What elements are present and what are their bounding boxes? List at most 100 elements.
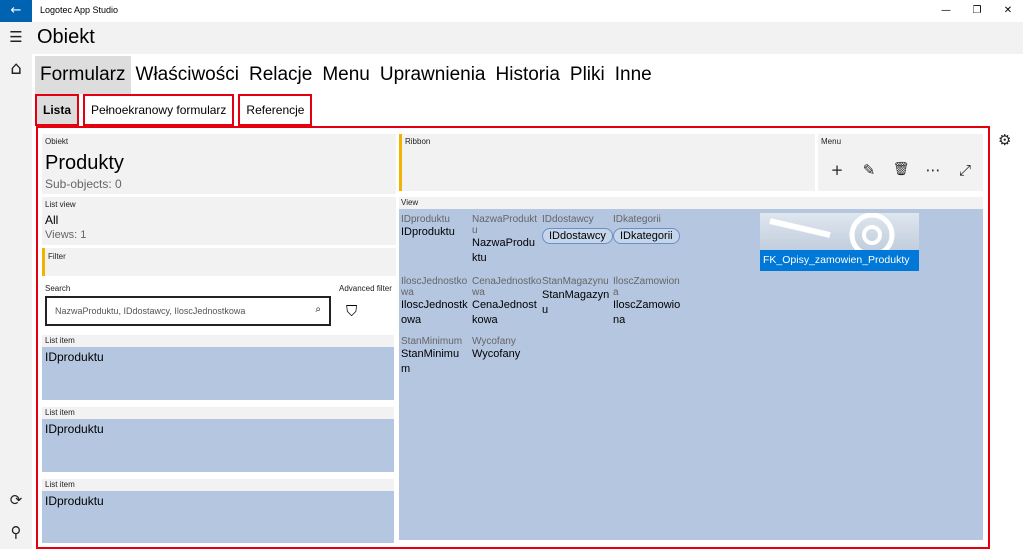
field-value: na	[613, 314, 626, 326]
list-item-label: List item	[45, 480, 75, 489]
main-tabs: Formularz Właściwości Relacje Menu Upraw…	[35, 56, 657, 94]
search-label: Search	[45, 284, 71, 293]
field-label: wa	[401, 287, 414, 298]
list-item-value: IDproduktu	[45, 350, 104, 364]
field-value: NazwaProdu	[472, 237, 535, 249]
app-title: Logotec App Studio	[40, 5, 119, 15]
field-cenajednostkowa[interactable]: CenaJednostko wa CenaJednost kowa	[472, 276, 542, 328]
list-item-header: List item	[42, 479, 394, 491]
list-view-value: All	[45, 213, 59, 227]
sync-icon[interactable]: ⟳	[0, 488, 32, 512]
tab-pliki[interactable]: Pliki	[565, 56, 610, 94]
list-item[interactable]: IDproduktu	[42, 419, 394, 472]
tab-inne[interactable]: Inne	[610, 56, 657, 94]
edit-icon[interactable]: ✎	[858, 159, 880, 181]
search-box[interactable]: ⌕	[45, 296, 331, 326]
field-label: IDproduktu	[401, 214, 450, 225]
obiekt-name: Produkty	[45, 152, 124, 174]
field-value-pill[interactable]: IDkategorii	[613, 228, 680, 244]
field-value: u	[542, 304, 549, 316]
field-label: StanMagazynu	[542, 276, 609, 287]
field-value: kowa	[472, 314, 498, 326]
hamburger-menu-icon[interactable]: ☰	[0, 25, 32, 49]
obiekt-panel: Obiekt Produkty Sub-objects: 0	[42, 134, 396, 194]
field-label: IloscJednostko	[401, 276, 468, 287]
field-label: StanMinimum	[401, 336, 463, 347]
fk-relation-tile[interactable]: FK_Opisy_zamowien_Produkty	[760, 212, 919, 271]
obiekt-label: Obiekt	[45, 137, 69, 146]
page-title: Obiekt	[37, 26, 95, 48]
delete-icon[interactable]: 🗑	[890, 159, 912, 181]
tab-relacje[interactable]: Relacje	[244, 56, 317, 94]
list-item-value: IDproduktu	[45, 494, 104, 508]
ribbon-panel[interactable]: Ribbon	[399, 134, 815, 191]
tab-wlasciwosci[interactable]: Właściwości	[131, 56, 244, 94]
list-item[interactable]: IDproduktu	[42, 347, 394, 400]
subtab-referencje[interactable]: Referencje	[238, 94, 313, 126]
field-label: IloscZamowion	[613, 276, 680, 287]
field-label: Wycofany	[472, 336, 516, 347]
back-button[interactable]: ←	[0, 0, 32, 22]
tab-menu[interactable]: Menu	[317, 56, 375, 94]
home-icon[interactable]: ⌂	[0, 57, 32, 81]
field-label: a	[613, 287, 619, 298]
subtab-pelnoekranowy-formularz[interactable]: Pełnoekranowy formularz	[83, 94, 235, 126]
field-wycofany[interactable]: Wycofany Wycofany	[472, 336, 520, 362]
field-iddostawcy[interactable]: IDdostawcy IDdostawcy	[542, 214, 613, 244]
title-bar: ← Logotec App Studio — ❐ ✕	[0, 0, 1023, 22]
field-value: IDproduktu	[401, 226, 455, 238]
field-value-pill[interactable]: IDdostawcy	[542, 228, 613, 244]
add-icon[interactable]: +	[826, 159, 848, 181]
search-icon[interactable]: ⌕	[315, 304, 321, 315]
tab-uprawnienia[interactable]: Uprawnienia	[375, 56, 491, 94]
list-view-panel[interactable]: List view All Views: 1	[42, 197, 396, 245]
field-stanminimum[interactable]: StanMinimum StanMinimu m	[401, 336, 462, 377]
field-label: CenaJednostko	[472, 276, 542, 287]
fk-relation-label: FK_Opisy_zamowien_Produkty	[760, 250, 919, 271]
field-value: IloscZamowio	[613, 299, 681, 311]
field-value: CenaJednost	[472, 299, 537, 311]
subtab-lista[interactable]: Lista	[35, 94, 80, 126]
filter-panel[interactable]: Filter	[42, 248, 396, 276]
field-label: NazwaProdukt	[472, 214, 538, 225]
plug-icon[interactable]: ⚲	[0, 520, 32, 544]
list-item-label: List item	[45, 408, 75, 417]
field-value: Wycofany	[472, 348, 521, 360]
field-label: IDkategorii	[613, 214, 661, 225]
search-input[interactable]	[55, 303, 305, 319]
at-sign-icon	[760, 212, 919, 258]
close-button[interactable]: ✕	[993, 0, 1023, 22]
list-item-header: List item	[42, 335, 394, 347]
expand-icon[interactable]: ⤢	[954, 159, 976, 181]
field-iloscjednostkowa[interactable]: IloscJednostko wa IloscJednostk owa	[401, 276, 468, 328]
view-header: View	[399, 197, 983, 209]
field-label: u	[472, 225, 478, 236]
field-label: wa	[472, 287, 485, 298]
list-view-label: List view	[45, 200, 76, 209]
tab-historia[interactable]: Historia	[491, 56, 565, 94]
sub-objects-count: Sub-objects: 0	[45, 177, 122, 191]
minimize-button[interactable]: —	[931, 0, 961, 22]
filter-funnel-icon[interactable]: ⛉	[346, 302, 357, 320]
restore-button[interactable]: ❐	[962, 0, 992, 22]
field-value: m	[401, 363, 411, 375]
tab-formularz[interactable]: Formularz	[35, 56, 131, 94]
field-iloscza mowiona[interactable]: IloscZamowion a IloscZamowio na	[613, 276, 680, 328]
field-label: IDdostawcy	[542, 214, 594, 225]
field-idkategorii[interactable]: IDkategorii IDkategorii	[613, 214, 680, 244]
menu-label: Menu	[821, 137, 842, 146]
sub-tabs: Lista Pełnoekranowy formularz Referencje	[35, 94, 316, 126]
advanced-filter-label: Advanced filter	[339, 284, 392, 293]
field-value: StanMinimu	[401, 348, 460, 360]
field-nazwaproduktu[interactable]: NazwaProdukt u NazwaProdu ktu	[472, 214, 537, 266]
list-item-header: List item	[42, 407, 394, 419]
field-stanmagazynu[interactable]: StanMagazynu StanMagazyn u	[542, 276, 609, 318]
settings-gear-icon[interactable]: ⚙	[998, 131, 1011, 149]
field-value: ktu	[472, 252, 487, 264]
field-idproduktu[interactable]: IDproduktu IDproduktu	[401, 214, 455, 240]
list-item-value: IDproduktu	[45, 422, 104, 436]
more-icon[interactable]: ⋯	[922, 159, 944, 181]
list-item[interactable]: IDproduktu	[42, 491, 394, 543]
view-label: View	[401, 198, 419, 207]
left-nav: ☰ ⌂ ⟳ ⚲	[0, 22, 32, 549]
